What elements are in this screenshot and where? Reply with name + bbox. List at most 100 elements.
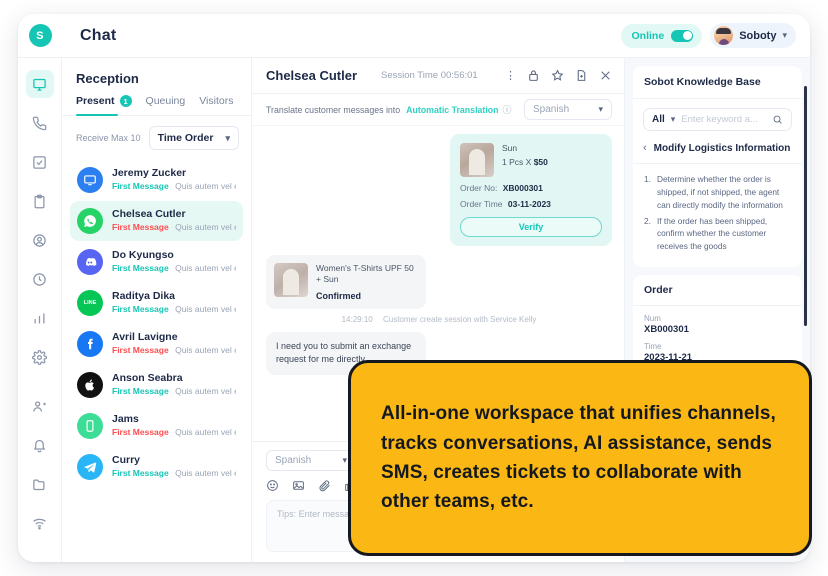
step-text: Determine whether the order is shipped, … [657,174,783,210]
knowledge-search-wrap: All ▾ Enter keyword a... [633,99,802,140]
emoji-icon[interactable] [266,479,279,492]
rail-bottom-group [26,392,54,562]
close-icon[interactable] [599,69,612,82]
rail-item-clipboard[interactable] [26,187,54,215]
order-time-value: 03-11-2023 [507,199,551,209]
tab-queuing[interactable]: Queuing [146,95,186,115]
contact-tag: First Message [112,221,169,232]
step-number: 2. [644,215,651,226]
status-toggle-switch[interactable] [671,29,694,42]
product-thumbnail [274,263,308,297]
list-item[interactable]: Anson Seabra First Message Quis autem ve… [70,365,243,405]
sort-order-select[interactable]: Time Order ▾ [148,126,239,150]
task-icon [33,155,46,169]
chevron-down-icon: ▾ [342,455,347,465]
product-card-info: Women's T-Shirts UPF 50 + Sun Confirmed [316,263,418,301]
list-item[interactable]: Do Kyungso First Message Quis autem vel … [70,242,243,282]
list-item[interactable]: Avril Lavigne First Message Quis autem v… [70,324,243,364]
contact-name: Jeremy Zucker [112,167,187,180]
list-item-text: Chelsea Cutler First Message Quis autem … [112,208,236,234]
more-icon[interactable]: ⋮ [505,69,516,82]
clipboard-icon [34,194,45,208]
order-no-value: XB000301 [502,183,543,193]
contact-list: Jeremy Zucker First Message Quis autem v… [62,158,251,562]
contact-subtitle: First Message Quis autem vel eum iu.. [112,304,236,316]
product-thumbnail [460,143,494,177]
channel-avatar: LINE [77,290,103,316]
rail-item-folder[interactable] [26,470,54,498]
knowledge-panel-scrollbar[interactable] [804,86,807,326]
attachment-icon[interactable] [318,479,331,492]
contact-tag: First Message [112,385,169,396]
chevron-down-icon: ▾ [782,30,787,40]
online-status-label: Online [631,29,665,42]
list-item[interactable]: Curry First Message Quis autem vel eum i… [70,447,243,487]
order-message-card: Sun 1 Pcs X $50 Order No: XB000301 Order… [450,134,612,246]
rail-item-phone[interactable] [26,109,54,137]
contact-name: Do Kyungso [112,249,174,262]
rail-item-network[interactable] [26,509,54,537]
search-icon[interactable] [772,114,783,125]
user-menu[interactable]: Soboty ▾ [710,23,796,48]
star-icon[interactable] [551,69,564,82]
lock-icon[interactable] [527,69,540,82]
contact-name: Avril Lavigne [112,331,178,344]
app-logo: S [28,24,52,47]
reception-filter-row: Receive Max 10 Time Order ▾ [62,116,251,158]
online-status-toggle[interactable]: Online [620,23,703,48]
verify-button[interactable]: Verify [460,217,602,237]
composer-language-value: Spanish [275,455,312,466]
rail-item-clock[interactable] [26,265,54,293]
contact-name: Jams [112,413,139,426]
translate-bar: Translate customer messages into Automat… [252,94,624,126]
list-item[interactable]: Jams First Message Quis autem vel eum iu… [70,406,243,446]
contact-tag: First Message [112,262,169,273]
chevron-left-icon[interactable]: ‹ [643,142,647,154]
list-item[interactable]: Jeremy Zucker First Message Quis autem v… [70,160,243,200]
order-price: $50 [533,157,548,168]
step-text: If the order has been shipped, confirm w… [657,215,768,252]
rail-item-settings[interactable] [26,343,54,371]
image-icon[interactable] [292,479,305,492]
translate-language-select[interactable]: Spanish ▾ [524,99,612,120]
contact-snippet: Quis autem vel eum iu.. [175,262,236,273]
contact-tag: First Message [112,426,169,437]
rail-item-user-add[interactable] [26,392,54,420]
channel-avatar [77,208,103,234]
list-item: 1. Determine whether the order is shippe… [644,173,791,212]
list-item-text: Jeremy Zucker First Message Quis autem v… [112,167,236,193]
rail-item-task[interactable] [26,148,54,176]
system-message: 14:29:10 Customer create session with Se… [266,315,612,324]
channel-avatar [77,331,103,357]
whatsapp-icon [84,215,96,227]
list-item[interactable]: LINE Raditya Dika First Message Quis aut… [70,283,243,323]
channel-avatar [77,167,103,193]
breadcrumb: ‹ Modify Logistics Information [633,140,802,164]
tab-present[interactable]: Present 1 [76,95,132,116]
knowledge-search-input[interactable]: Enter keyword a... [681,114,766,125]
rail-item-chat[interactable] [25,70,54,98]
facebook-icon [87,338,93,350]
wifi-icon [33,518,46,529]
contact-name: Chelsea Cutler [112,208,186,221]
info-icon[interactable]: ⓘ [503,103,512,116]
list-item-text: Jams First Message Quis autem vel eum iu… [112,413,236,439]
list-item-text: Curry First Message Quis autem vel eum i… [112,454,236,480]
chevron-down-icon[interactable]: ▾ [671,114,676,125]
order-times-symbol: X [525,157,532,168]
tab-visitors[interactable]: Visitors [199,95,233,115]
app-logo-cell: S [18,14,62,58]
rail-item-notifications[interactable] [26,431,54,459]
session-time: Session Time 00:56:01 [381,70,478,81]
rail-item-analytics[interactable] [26,304,54,332]
avatar [714,26,734,45]
order-card-top: Sun 1 Pcs X $50 [460,143,602,177]
rail-item-contacts[interactable] [26,226,54,254]
knowledge-search-bar[interactable]: All ▾ Enter keyword a... [643,108,792,131]
list-item[interactable]: Chelsea Cutler First Message Quis autem … [70,201,243,241]
clock-icon [33,272,46,286]
callout-banner: All-in-one workspace that unifies channe… [348,360,812,556]
automatic-translation-link[interactable]: Automatic Translation [406,105,498,115]
note-icon[interactable] [575,69,588,82]
composer-language-select[interactable]: Spanish ▾ [266,450,356,471]
